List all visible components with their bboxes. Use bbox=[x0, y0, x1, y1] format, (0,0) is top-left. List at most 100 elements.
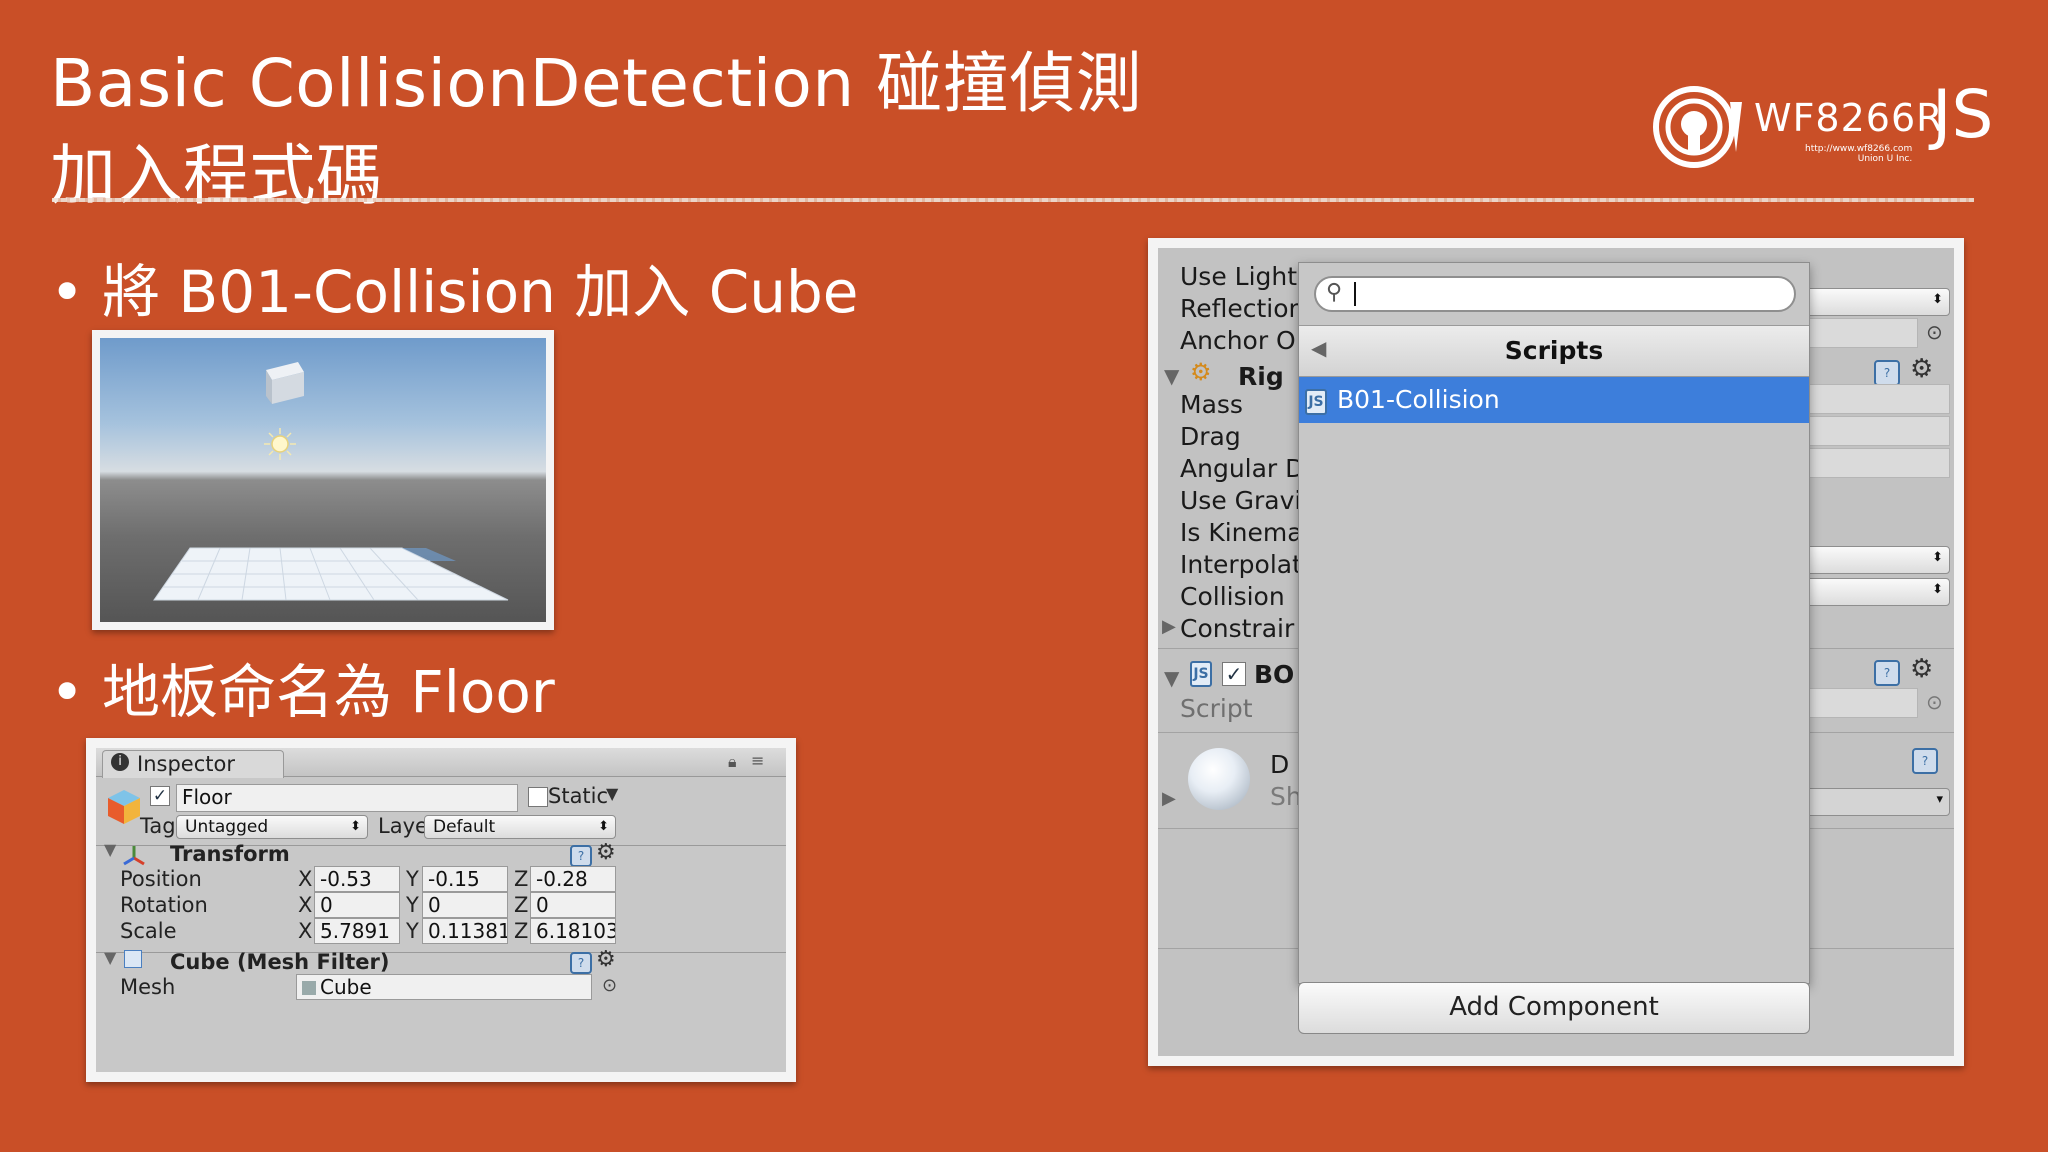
slide-subtitle: 加入程式碼 bbox=[50, 137, 383, 214]
script-list-item[interactable]: JS B01-Collision bbox=[1299, 377, 1809, 423]
is-kinematic-label: Is Kinema bbox=[1180, 518, 1303, 547]
object-picker-icon[interactable]: ⊙ bbox=[1926, 320, 1943, 344]
script-item-label: B01-Collision bbox=[1337, 385, 1500, 414]
foldout-arrow-icon[interactable]: ▼ bbox=[104, 840, 116, 859]
axis-y-label: Y bbox=[406, 919, 419, 943]
gear-icon[interactable]: ⚙ bbox=[1910, 354, 1933, 384]
material-name-label: D bbox=[1270, 750, 1290, 779]
axis-z-label: Z bbox=[514, 867, 529, 891]
tab-inspector[interactable]: i Inspector bbox=[102, 750, 284, 778]
reflection-dropdown[interactable]: ⬍ bbox=[1802, 288, 1950, 316]
help-icon[interactable]: ? bbox=[570, 845, 592, 867]
mesh-label: Mesh bbox=[120, 975, 176, 999]
interpolate-dropdown[interactable]: ⬍ bbox=[1802, 546, 1950, 574]
bullet-dot: • bbox=[50, 658, 85, 726]
material-preview-sphere bbox=[1188, 748, 1250, 810]
use-light-label: Use Light bbox=[1180, 262, 1298, 291]
rigidbody-icon: ⚙ bbox=[1190, 358, 1212, 386]
gear-icon[interactable]: ⚙ bbox=[596, 840, 616, 865]
tag-label: Tag bbox=[140, 814, 176, 838]
mesh-field[interactable]: Cube bbox=[296, 974, 592, 1000]
help-icon[interactable]: ? bbox=[570, 952, 592, 974]
tag-dropdown[interactable]: Untagged ⬍ bbox=[176, 815, 368, 839]
rotation-y-field[interactable]: 0 bbox=[422, 892, 508, 918]
scene-viewport bbox=[100, 338, 546, 622]
tag-value: Untagged bbox=[185, 817, 269, 837]
static-dropdown-icon[interactable]: ▼ bbox=[606, 784, 618, 803]
rotation-z-field[interactable]: 0 bbox=[530, 892, 616, 918]
position-y-field[interactable]: -0.15 bbox=[422, 866, 508, 892]
script-field[interactable] bbox=[1802, 688, 1918, 718]
mesh-icon bbox=[302, 981, 316, 995]
inspector-screenshot: i Inspector 🔒︎ ≡ ✓ Floor Static ▼ Tag Un… bbox=[86, 738, 796, 1082]
axis-x-label: X bbox=[298, 919, 313, 943]
menu-icon[interactable]: ≡ bbox=[751, 751, 764, 770]
mesh-filter-title: Cube (Mesh Filter) bbox=[170, 950, 390, 974]
layer-value: Default bbox=[433, 817, 496, 837]
axis-z-label: Z bbox=[514, 893, 529, 917]
popup-header-title: Scripts bbox=[1504, 336, 1604, 365]
add-component-button[interactable]: Add Component bbox=[1298, 982, 1810, 1034]
use-gravity-label: Use Gravi bbox=[1180, 486, 1302, 515]
foldout-arrow-icon[interactable]: ▼ bbox=[1164, 666, 1179, 690]
drag-field[interactable] bbox=[1802, 416, 1950, 446]
anchor-field[interactable] bbox=[1802, 318, 1918, 348]
search-icon: ⚲ bbox=[1326, 280, 1343, 305]
shader-label: Sh bbox=[1270, 782, 1302, 811]
angular-drag-field[interactable] bbox=[1802, 448, 1950, 478]
slide-title: Basic CollisionDetection 碰撞偵測 bbox=[50, 45, 1143, 122]
gameobject-cube-icon bbox=[108, 790, 140, 824]
object-picker-icon[interactable]: ⊙ bbox=[1926, 690, 1943, 714]
scale-x-field[interactable]: 5.7891 bbox=[314, 918, 400, 944]
scale-label: Scale bbox=[120, 919, 177, 943]
tab-label: Inspector bbox=[137, 752, 235, 776]
updown-icon: ⬍ bbox=[350, 819, 361, 834]
transform-title: Transform bbox=[170, 842, 290, 866]
wifi-icon bbox=[1653, 86, 1742, 168]
active-checkbox[interactable]: ✓ bbox=[150, 786, 170, 806]
lock-icon[interactable]: 🔒︎ bbox=[728, 752, 737, 772]
transform-icon bbox=[123, 846, 145, 866]
collision-dropdown[interactable]: ⬍ bbox=[1802, 578, 1950, 606]
title-divider bbox=[52, 198, 1974, 202]
script-label: Script bbox=[1180, 694, 1253, 723]
bullet-dot: • bbox=[50, 258, 85, 326]
static-checkbox[interactable] bbox=[528, 787, 548, 807]
object-picker-icon[interactable]: ⊙ bbox=[602, 975, 617, 996]
drag-label: Drag bbox=[1180, 422, 1241, 451]
foldout-arrow-icon[interactable]: ▼ bbox=[1164, 364, 1179, 388]
mass-field[interactable] bbox=[1802, 384, 1950, 414]
gear-icon[interactable]: ⚙ bbox=[1910, 654, 1933, 684]
rotation-x-field[interactable]: 0 bbox=[314, 892, 400, 918]
axis-x-label: X bbox=[298, 867, 313, 891]
object-name-field[interactable]: Floor bbox=[176, 784, 518, 812]
help-icon[interactable]: ? bbox=[1912, 748, 1938, 774]
foldout-arrow-icon[interactable]: ▶ bbox=[1162, 788, 1176, 809]
position-z-field[interactable]: -0.28 bbox=[530, 866, 616, 892]
foldout-arrow-icon[interactable]: ▼ bbox=[104, 948, 116, 967]
static-label: Static bbox=[548, 784, 609, 808]
updown-icon: ⬍ bbox=[1932, 582, 1943, 597]
logo-text: WF8266R bbox=[1754, 96, 1944, 140]
help-icon[interactable]: ? bbox=[1874, 660, 1900, 686]
component-search-input[interactable]: ⚲ bbox=[1314, 276, 1796, 312]
logo-url: http://www.wf8266.com Union U Inc. bbox=[1805, 144, 1912, 164]
position-x-field[interactable]: -0.53 bbox=[314, 866, 400, 892]
logo-js: JS bbox=[1932, 76, 1994, 153]
scale-y-field[interactable]: 0.113818 bbox=[422, 918, 508, 944]
script-enabled-checkbox[interactable]: ✓ bbox=[1222, 662, 1246, 686]
foldout-arrow-icon[interactable]: ▶ bbox=[1162, 616, 1176, 637]
help-icon[interactable]: ? bbox=[1874, 360, 1900, 386]
anchor-label: Anchor O bbox=[1180, 326, 1296, 355]
shader-dropdown[interactable]: ▾ bbox=[1802, 788, 1950, 816]
axis-y-label: Y bbox=[406, 893, 419, 917]
axis-x-label: X bbox=[298, 893, 313, 917]
gear-icon[interactable]: ⚙ bbox=[596, 947, 616, 972]
scale-z-field[interactable]: 6.18103 bbox=[530, 918, 616, 944]
axis-z-label: Z bbox=[514, 919, 529, 943]
logo-url-line1: http://www.wf8266.com bbox=[1805, 144, 1913, 154]
collision-label: Collision bbox=[1180, 582, 1285, 611]
rigidbody-title: Rig bbox=[1238, 362, 1284, 391]
script-js-icon: JS bbox=[1190, 658, 1212, 687]
layer-dropdown[interactable]: Default ⬍ bbox=[424, 815, 616, 839]
